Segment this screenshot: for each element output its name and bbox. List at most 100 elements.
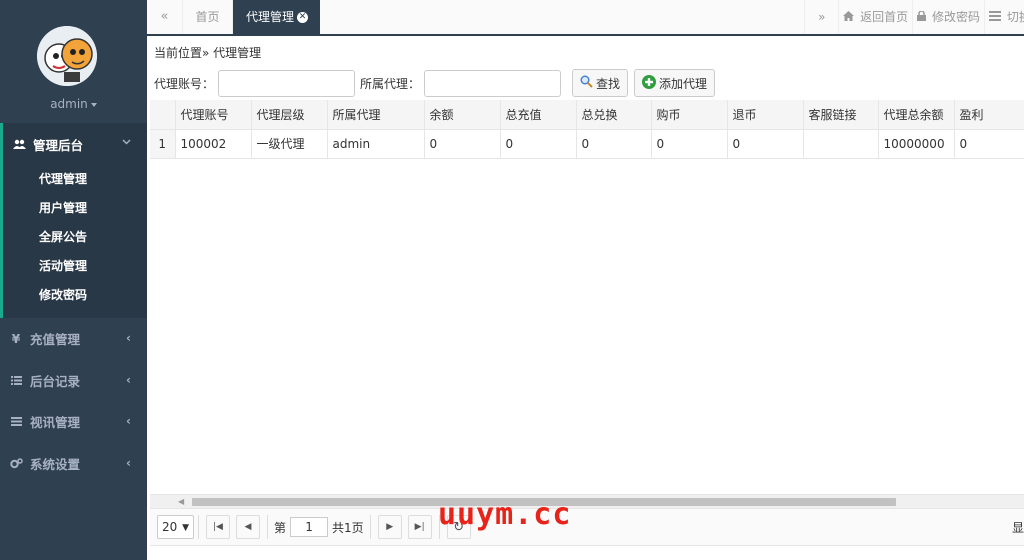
- caret-down-icon: [90, 102, 97, 107]
- last-page-icon: ▶|: [414, 522, 425, 532]
- table-row[interactable]: 1 100002 一级代理 admin 0 0 0 0 0 10000000 0: [150, 129, 1024, 159]
- table-cell: 一级代理: [251, 129, 328, 159]
- column-header[interactable]: 退币: [727, 100, 804, 130]
- home-icon: [843, 10, 858, 24]
- table-cell: 0: [651, 129, 728, 159]
- divider: [198, 515, 199, 539]
- column-header[interactable]: 客服链接: [803, 100, 879, 130]
- divider: [267, 515, 268, 539]
- chevron-left-icon: ‹: [126, 331, 131, 345]
- pager-info: 显: [1011, 521, 1024, 535]
- column-header[interactable]: 购币: [651, 100, 728, 130]
- tab-home[interactable]: 首页: [183, 0, 233, 34]
- nav-head-admin-label: 管理后台: [33, 137, 84, 153]
- sidebar: admin 管理后台 代理管理 用户管理 全屏公告 活动管理 修改密码 ¥ 充值…: [0, 0, 147, 560]
- table-cell: 0: [424, 129, 501, 159]
- column-header[interactable]: 总兑换: [576, 100, 652, 130]
- sidebar-item-records[interactable]: 后台记录 ‹: [0, 360, 147, 402]
- page-prefix: 第: [274, 520, 287, 535]
- add-icon: [642, 74, 657, 92]
- first-page-icon: |◀: [213, 522, 223, 532]
- sidebar-item-recharge[interactable]: ¥ 充值管理 ‹: [0, 318, 147, 360]
- table-cell: 0: [727, 129, 804, 159]
- row-number-header: [150, 100, 176, 130]
- admin-user-menu[interactable]: admin: [0, 97, 147, 111]
- search-form: 代理账号： 所属代理： 查找 添加代理: [154, 69, 716, 97]
- table-cell: admin: [327, 129, 425, 159]
- parent-agent-label: 所属代理：: [360, 76, 421, 91]
- return-home-label: 返回首页: [860, 10, 909, 24]
- sidebar-item-users[interactable]: 用户管理: [3, 194, 147, 223]
- add-agent-button[interactable]: 添加代理: [634, 69, 716, 97]
- sidebar-item-settings[interactable]: 系统设置 ‹: [0, 443, 147, 485]
- agent-table: 代理账号 代理层级 所属代理 余额 总充值 总兑换 购币 退币 客服链接 代理总…: [150, 100, 1024, 159]
- chevron-left-icon: ‹: [126, 414, 131, 428]
- page-size-value: 20: [162, 520, 178, 534]
- nav-group-admin: 管理后台 代理管理 用户管理 全屏公告 活动管理 修改密码: [0, 123, 147, 318]
- chevron-left-icon: ‹: [126, 455, 131, 470]
- page-size-select[interactable]: 20 ▼: [157, 515, 194, 539]
- profile: admin: [0, 0, 147, 123]
- users-icon: [11, 139, 27, 150]
- lock-icon: [917, 10, 930, 24]
- sidebar-item-video[interactable]: 视讯管理 ‹: [0, 401, 147, 443]
- switch-button[interactable]: 切换: [984, 0, 1024, 34]
- column-header[interactable]: 代理账号: [175, 100, 252, 130]
- agent-account-input[interactable]: [218, 69, 356, 97]
- column-header[interactable]: 盈利: [954, 100, 1024, 130]
- column-header[interactable]: 余额: [424, 100, 501, 130]
- column-header[interactable]: 所属代理: [327, 100, 425, 130]
- table-cell: 0: [576, 129, 652, 159]
- sidebar-item-announcement[interactable]: 全屏公告: [3, 223, 147, 252]
- search-button[interactable]: 查找: [572, 69, 629, 97]
- first-page-button[interactable]: |◀: [206, 515, 230, 539]
- next-page-icon: ▶: [386, 522, 394, 532]
- avatar[interactable]: [37, 26, 97, 86]
- prev-page-button[interactable]: ◀: [236, 515, 260, 539]
- tab-agent-management-label: 代理管理: [246, 10, 295, 24]
- table-header-row: 代理账号 代理层级 所属代理 余额 总充值 总兑换 购币 退币 客服链接 代理总…: [150, 100, 1024, 130]
- horizontal-scrollbar[interactable]: ◀: [150, 494, 1024, 508]
- column-header[interactable]: 代理总余额: [878, 100, 955, 130]
- column-header[interactable]: 代理层级: [251, 100, 328, 130]
- parent-agent-input[interactable]: [424, 69, 562, 97]
- last-page-button[interactable]: ▶|: [407, 515, 432, 539]
- switch-label: 切换: [1006, 10, 1024, 24]
- add-agent-button-label: 添加代理: [659, 76, 708, 91]
- change-password-label: 修改密码: [931, 10, 980, 24]
- agent-account-label: 代理账号：: [154, 76, 215, 91]
- chevron-left-icon: ‹: [126, 372, 131, 387]
- column-header[interactable]: 总充值: [500, 100, 577, 130]
- tabs-scroll-left-button[interactable]: «: [147, 0, 183, 34]
- sidebar-item-agents[interactable]: 代理管理: [3, 165, 147, 194]
- chevron-down-icon: [122, 137, 131, 148]
- admin-submenu: 代理管理 用户管理 全屏公告 活动管理 修改密码: [3, 165, 147, 318]
- close-icon[interactable]: ✕: [297, 12, 309, 23]
- search-button-label: 查找: [596, 76, 621, 91]
- watermark: uuym.cc: [438, 497, 572, 532]
- main-content: 当前位置» 代理管理 代理账号： 所属代理： 查找 添加代理 代理账号 代理层级…: [147, 36, 1024, 560]
- current-page-input[interactable]: 1: [290, 517, 329, 537]
- row-number: 1: [150, 129, 176, 159]
- table-cell: 0: [500, 129, 577, 159]
- return-home-button[interactable]: 返回首页: [838, 0, 912, 34]
- table-cell: [803, 129, 879, 159]
- scroll-left-icon[interactable]: ◀: [178, 497, 184, 506]
- gears-icon: [8, 458, 24, 469]
- nav-head-admin[interactable]: 管理后台: [3, 123, 147, 165]
- sidebar-item-activities[interactable]: 活动管理: [3, 252, 147, 281]
- change-password-button[interactable]: 修改密码: [912, 0, 984, 34]
- sidebar-item-change-password[interactable]: 修改密码: [3, 281, 147, 310]
- sidebar-item-records-label: 后台记录: [30, 373, 81, 389]
- menu-icon: [989, 10, 1005, 24]
- divider: [369, 515, 371, 539]
- prev-page-icon: ◀: [244, 522, 252, 532]
- list-alt-icon: [8, 417, 24, 427]
- next-page-button[interactable]: ▶: [377, 515, 402, 539]
- tab-agent-management[interactable]: 代理管理 ✕: [233, 0, 320, 34]
- search-icon: [580, 75, 593, 91]
- breadcrumb: 当前位置» 代理管理: [154, 46, 262, 60]
- tabs-scroll-right-button[interactable]: »: [804, 0, 838, 34]
- sidebar-item-video-label: 视讯管理: [30, 415, 81, 431]
- table-cell: 0: [954, 129, 1024, 159]
